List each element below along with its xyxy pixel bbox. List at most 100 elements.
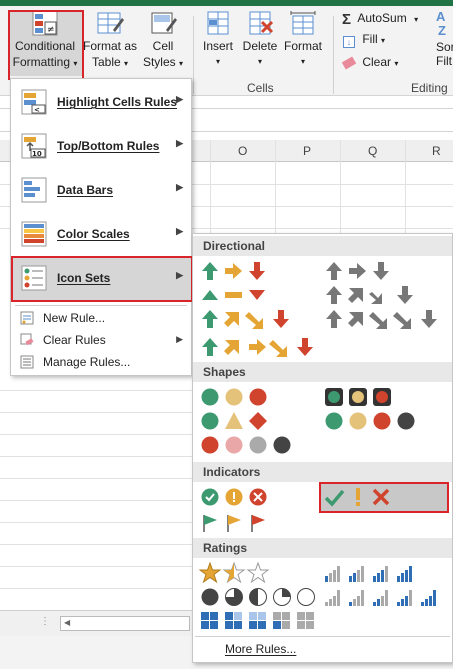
cell-styles-label-row: Styles ▾ (138, 54, 188, 72)
red-down-arrow-icon (249, 262, 265, 280)
submenu-arrow-icon: ▶ (176, 182, 183, 192)
chevron-down-icon: ▾ (179, 59, 184, 68)
icon-set-5-arrows-colored[interactable] (199, 336, 317, 358)
fill-label: Fill (362, 32, 378, 46)
data-bars-icon (19, 175, 49, 205)
icon-set-3-triangles[interactable] (199, 284, 269, 306)
menu-item-top-bottom-rules[interactable]: 10 Top/Bottom Rules ▶ (11, 125, 191, 169)
column-header-q[interactable]: Q (368, 144, 377, 158)
cells-group-label: Cells (247, 81, 274, 95)
menu-item-highlight-cells-rules[interactable]: < Highlight Cells Rules ▶ (11, 81, 191, 125)
conditional-formatting-highlight (8, 10, 84, 80)
icon-sets-highlight (11, 256, 193, 302)
cell-styles-button[interactable]: Cell Styles ▾ (138, 10, 188, 76)
scroll-left-icon[interactable]: ◀ (64, 618, 70, 627)
manage-rules-icon (20, 355, 34, 369)
icon-set-5-quarters[interactable] (199, 586, 317, 608)
more-rules-link[interactable]: More Rules... (225, 642, 296, 656)
sort-az-icon: A (436, 10, 453, 24)
submenu-arrow-icon: ▶ (176, 226, 183, 236)
autosum-label: AutoSum (357, 11, 407, 25)
chevron-down-icon: ▾ (414, 15, 419, 24)
format-label: Format (283, 39, 322, 53)
icon-set-3-arrows-gray[interactable] (323, 260, 393, 282)
highlight-cells-icon: < (19, 87, 49, 117)
editing-group-label: Editing (411, 81, 448, 95)
menu-item-label: Color Scales (57, 227, 130, 241)
sigma-icon: Σ (342, 11, 352, 28)
svg-text:10: 10 (32, 150, 42, 158)
column-header-o[interactable]: O (238, 144, 247, 158)
svg-text:<: < (34, 106, 40, 114)
format-as-table-button[interactable]: Format as Table ▾ (82, 10, 138, 76)
menu-separator (15, 305, 187, 306)
yellow-right-arrow-icon (225, 263, 242, 279)
sort-az-letter: A (436, 10, 446, 24)
sort-z-icon: Z (438, 23, 446, 38)
tab-split-handle-icon[interactable]: ⋮ (40, 616, 50, 627)
insert-cells-icon (204, 10, 232, 36)
menu-item-manage-rules[interactable]: Manage Rules... (11, 351, 191, 373)
icon-set-4-arrows-gray[interactable] (323, 284, 417, 306)
cell-styles-label-2: Styles (142, 55, 176, 69)
submenu-arrow-icon: ▶ (176, 138, 183, 148)
column-header-r[interactable]: R (432, 144, 441, 158)
cell-styles-icon (149, 10, 177, 36)
menu-item-label: Top/Bottom Rules (57, 139, 160, 153)
horizontal-scrollbar[interactable]: ◀ (60, 616, 190, 631)
conditional-formatting-menu: < Highlight Cells Rules ▶ 10 Top/Bottom … (10, 78, 193, 376)
icon-set-4-traffic-lights[interactable] (323, 410, 417, 432)
autosum-button[interactable]: Σ AutoSum ▾ (342, 11, 442, 29)
clear-rules-icon (20, 333, 34, 347)
submenu-arrow-icon: ▶ (176, 334, 183, 344)
icon-set-3-traffic-lights-rimmed[interactable] (323, 386, 393, 408)
clear-button[interactable]: Clear ▾ (341, 55, 413, 74)
icon-set-red-to-black[interactable] (199, 434, 293, 456)
menu-item-clear-rules[interactable]: Clear Rules ▶ (11, 329, 191, 351)
icon-set-3-traffic-lights-unrimmed[interactable] (199, 386, 269, 408)
clear-label: Clear (362, 55, 392, 69)
chevron-down-icon: ▾ (257, 57, 262, 66)
icon-set-3-stars[interactable] (199, 562, 269, 584)
icon-sets-submenu: Directional Shapes Indicators Ratings Mo… (192, 233, 453, 663)
format-button[interactable]: Format ▾ (282, 10, 324, 76)
delete-label: Delete (242, 39, 278, 53)
sort-label-partial: Sor (436, 40, 453, 54)
icon-set-3-flags[interactable] (199, 512, 269, 534)
column-header-p[interactable]: P (303, 144, 311, 158)
menu-item-color-scales[interactable]: Color Scales ▶ (11, 213, 191, 257)
manage-rules-label: Manage Rules... (43, 355, 131, 369)
submenu-arrow-icon: ▶ (176, 94, 183, 104)
sort-filter-button[interactable]: A Z Sor Filt (436, 10, 453, 76)
delete-cells-icon (246, 10, 274, 36)
delete-button[interactable]: Delete ▾ (240, 10, 280, 76)
menu-item-label: Highlight Cells Rules (57, 95, 178, 109)
more-rules-label: More Rules... (225, 642, 297, 656)
menu-item-data-bars[interactable]: Data Bars ▶ (11, 169, 191, 213)
icon-set-3-signs[interactable] (199, 410, 269, 432)
new-rule-label: New Rule... (43, 311, 106, 325)
chevron-down-icon: ▾ (394, 59, 399, 68)
icon-set-4-arrows-colored[interactable] (199, 308, 293, 330)
format-as-table-label-1: Format as (82, 39, 137, 53)
format-cells-icon (289, 10, 317, 36)
new-rule-icon (20, 311, 34, 325)
menu-item-new-rule[interactable]: New Rule... (11, 307, 191, 329)
cell-styles-label-1: Cell (152, 39, 174, 53)
green-up-arrow-icon (202, 262, 218, 280)
icon-set-5-ratings[interactable] (323, 586, 443, 608)
format-as-table-label-2: Table (91, 55, 121, 69)
ribbon-separator (193, 16, 194, 94)
ribbon-separator (333, 16, 334, 94)
icon-set-3-symbols-circled[interactable] (199, 486, 269, 508)
chevron-down-icon: ▾ (300, 57, 305, 66)
indicator-selection-highlight (319, 482, 449, 513)
icon-set-4-ratings[interactable] (323, 562, 423, 584)
insert-label: Insert (202, 39, 233, 53)
insert-button[interactable]: Insert ▾ (198, 10, 238, 76)
icon-set-5-boxes[interactable] (199, 610, 317, 632)
icon-set-5-arrows-gray[interactable] (323, 308, 441, 330)
section-header-ratings: Ratings (193, 538, 452, 558)
icon-set-3-arrows-colored[interactable] (199, 260, 269, 282)
fill-button[interactable]: ↓ Fill ▾ (343, 32, 403, 52)
